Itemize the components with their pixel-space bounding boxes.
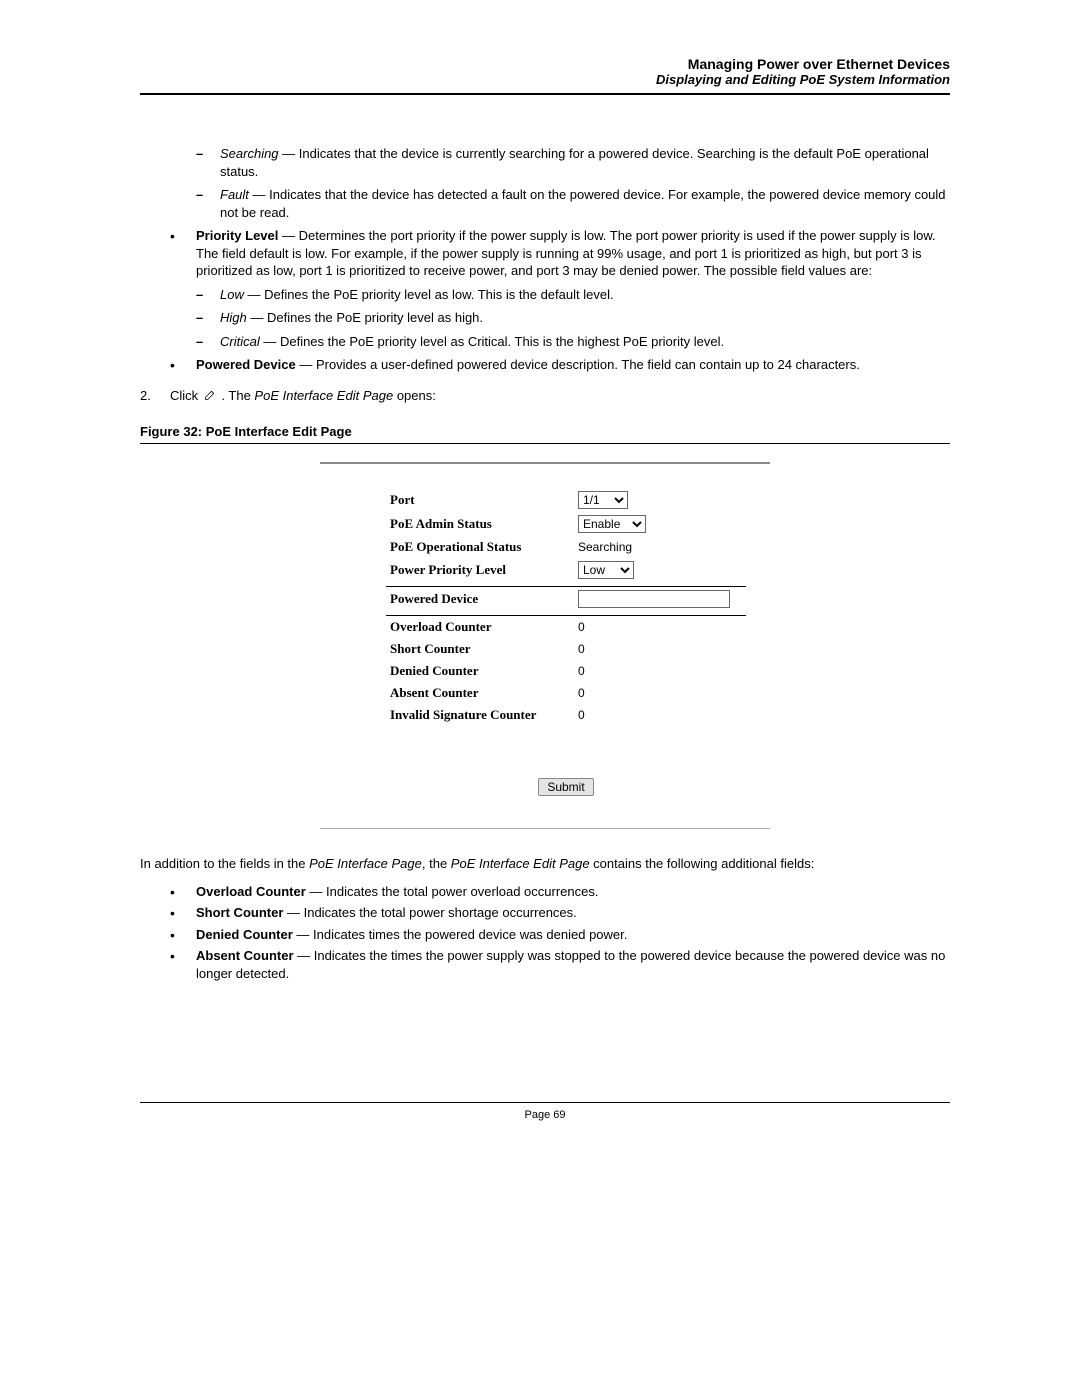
desc: — Indicates times the powered device was… <box>293 927 628 942</box>
term: Low <box>220 287 244 302</box>
operational-status-label: PoE Operational Status <box>386 536 574 558</box>
denied-counter-label: Denied Counter <box>386 660 574 682</box>
term: Powered Device <box>196 357 296 372</box>
term: Short Counter <box>196 905 283 920</box>
desc: — Indicates the total power overload occ… <box>306 884 599 899</box>
absent-counter-value: 0 <box>574 682 746 704</box>
admin-status-label: PoE Admin Status <box>386 512 574 536</box>
priority-critical: Critical — Defines the PoE priority leve… <box>196 333 950 351</box>
desc: — Determines the port priority if the po… <box>196 228 936 278</box>
term: Absent Counter <box>196 948 294 963</box>
invalid-signature-counter-value: 0 <box>574 704 746 726</box>
step-suffix: opens: <box>397 388 436 403</box>
page-footer: Page 69 <box>140 1102 950 1121</box>
port-select[interactable]: 1/1 <box>578 491 628 509</box>
powered-device-label: Powered Device <box>386 587 574 612</box>
figure-caption: Figure 32: PoE Interface Edit Page <box>140 424 950 439</box>
short-counter-value: 0 <box>574 638 746 660</box>
figure-rule <box>140 443 950 444</box>
header-rule <box>140 93 950 95</box>
admin-status-select[interactable]: Enable <box>578 515 646 533</box>
invalid-signature-counter-label: Invalid Signature Counter <box>386 704 574 726</box>
priority-high: High — Defines the PoE priority level as… <box>196 309 950 327</box>
counter-fields-list: Overload Counter — Indicates the total p… <box>140 883 950 983</box>
step-2: 2. Click . The PoE Interface Edit Page o… <box>140 388 950 404</box>
desc: — Defines the PoE priority level as low.… <box>244 287 614 302</box>
short-counter-desc: Short Counter — Indicates the total powe… <box>170 904 950 922</box>
powered-device-input[interactable] <box>578 590 730 608</box>
overload-counter-desc: Overload Counter — Indicates the total p… <box>170 883 950 901</box>
priority-low: Low — Defines the PoE priority level as … <box>196 286 950 304</box>
term: Fault <box>220 187 249 202</box>
term: Searching <box>220 146 279 161</box>
priority-level-select[interactable]: Low <box>578 561 634 579</box>
page-header-subtitle: Displaying and Editing PoE System Inform… <box>140 72 950 87</box>
term: Critical <box>220 334 260 349</box>
step-mid: . The <box>221 388 254 403</box>
desc: — Provides a user-defined powered device… <box>296 357 860 372</box>
status-searching: Searching — Indicates that the device is… <box>196 145 950 180</box>
denied-counter-desc: Denied Counter — Indicates times the pow… <box>170 926 950 944</box>
operational-status-value: Searching <box>574 536 746 558</box>
term: Overload Counter <box>196 884 306 899</box>
denied-counter-value: 0 <box>574 660 746 682</box>
term: High <box>220 310 247 325</box>
desc: — Defines the PoE priority level as Crit… <box>260 334 724 349</box>
desc: — Defines the PoE priority level as high… <box>247 310 483 325</box>
short-counter-label: Short Counter <box>386 638 574 660</box>
desc: — Indicates that the device is currently… <box>220 146 929 179</box>
desc: — Indicates the total power shortage occ… <box>283 905 576 920</box>
absent-counter-desc: Absent Counter — Indicates the times the… <box>170 947 950 982</box>
step-page-name: PoE Interface Edit Page <box>254 388 393 403</box>
submit-button[interactable]: Submit <box>538 778 593 796</box>
absent-counter-label: Absent Counter <box>386 682 574 704</box>
step-number: 2. <box>140 388 170 404</box>
status-fault: Fault — Indicates that the device has de… <box>196 186 950 221</box>
after-figure-paragraph: In addition to the fields in the PoE Int… <box>140 855 950 873</box>
desc: — Indicates that the device has detected… <box>220 187 946 220</box>
priority-level-label: Power Priority Level <box>386 558 574 582</box>
priority-level-field: Priority Level — Determines the port pri… <box>170 227 950 350</box>
step-prefix: Click <box>170 388 202 403</box>
overload-counter-label: Overload Counter <box>386 616 574 639</box>
operational-status-list: Searching — Indicates that the device is… <box>140 145 950 221</box>
term: Denied Counter <box>196 927 293 942</box>
overload-counter-value: 0 <box>574 616 746 639</box>
poe-interface-edit-form: Port 1/1 PoE Admin Status Enable <box>320 462 770 829</box>
desc: — Indicates the times the power supply w… <box>196 948 945 981</box>
field-list: Priority Level — Determines the port pri… <box>140 227 950 374</box>
port-label: Port <box>386 488 574 512</box>
page-header-title: Managing Power over Ethernet Devices <box>140 56 950 72</box>
term: Priority Level <box>196 228 278 243</box>
powered-device-field: Powered Device — Provides a user-defined… <box>170 356 950 374</box>
edit-pencil-icon <box>202 389 218 404</box>
